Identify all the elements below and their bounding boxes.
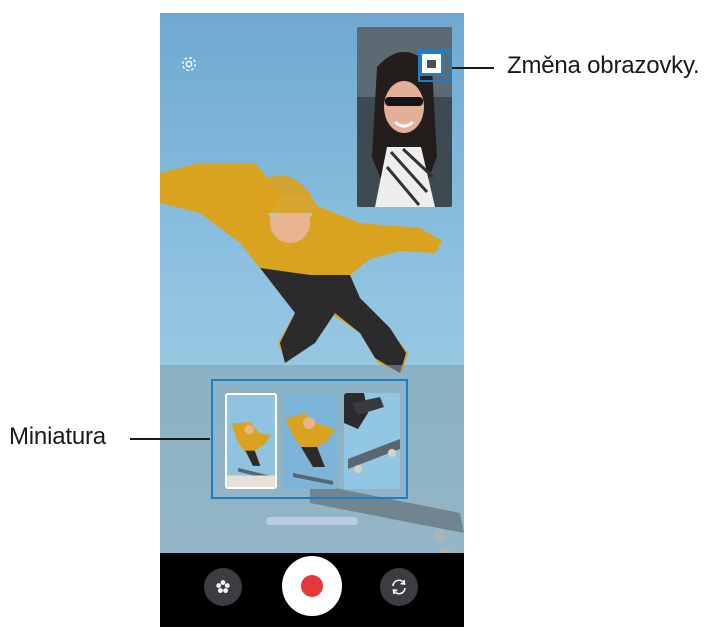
gear-icon[interactable]: [180, 55, 198, 73]
switch-camera-button[interactable]: [380, 568, 418, 606]
camera-bottom-bar: [160, 553, 464, 627]
mode-hint-text: [266, 517, 358, 525]
record-icon: [301, 575, 323, 597]
thumbnail-highlight: [211, 379, 408, 499]
flower-icon: [216, 580, 230, 593]
switch-screen-callout: Změna obrazovky.: [507, 52, 700, 79]
switch-screen-leader-line: [452, 67, 494, 69]
switch-screen-highlight: [418, 49, 451, 82]
record-button[interactable]: [282, 556, 342, 616]
effects-button[interactable]: [204, 568, 242, 606]
thumbnail-callout: Miniatura: [9, 423, 106, 450]
phone-screen: [160, 13, 464, 627]
thumbnail-leader-line: [130, 438, 210, 440]
rotate-camera-icon: [392, 579, 406, 595]
